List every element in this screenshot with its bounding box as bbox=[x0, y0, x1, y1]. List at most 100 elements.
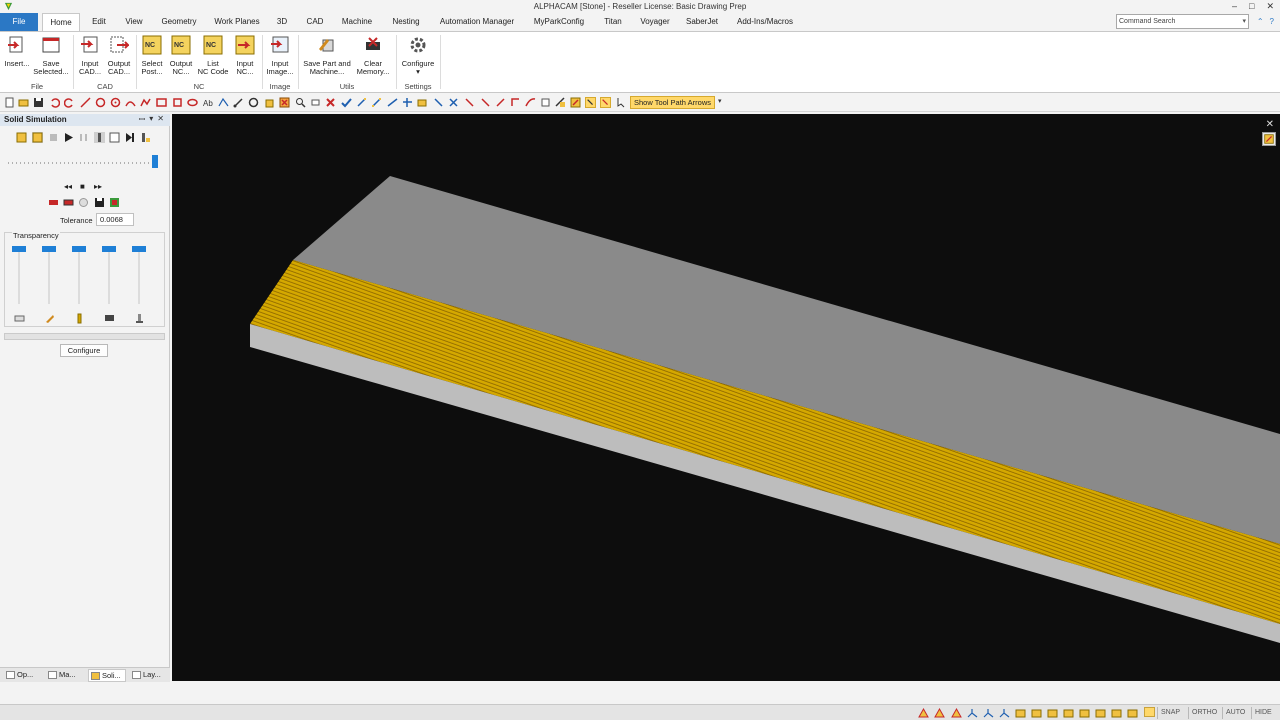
output-cad-button[interactable]: Output CAD... bbox=[104, 35, 134, 77]
simulate-icon[interactable] bbox=[16, 132, 27, 143]
input-image-button[interactable]: Input Image... bbox=[264, 35, 296, 77]
input-nc-button[interactable]: Input NC... bbox=[231, 35, 259, 77]
maximize-button[interactable]: □ bbox=[1249, 1, 1254, 12]
graphics-viewport[interactable]: ✕ bbox=[172, 114, 1280, 681]
status-house-icon-2[interactable] bbox=[934, 708, 945, 718]
slider-thumb[interactable] bbox=[102, 246, 116, 252]
tab-myparkconfig[interactable]: MyParkConfig bbox=[528, 13, 590, 31]
configure-ribbon-button[interactable]: Configure ▾ bbox=[398, 35, 438, 77]
save-part-and-machine-button[interactable]: Save Part and Machine... bbox=[300, 35, 354, 77]
status-folder-icon-3[interactable] bbox=[1047, 708, 1058, 718]
status-folder-icon-6[interactable] bbox=[1095, 708, 1106, 718]
tab-saberjet[interactable]: SaberJet bbox=[682, 13, 722, 31]
redo-icon[interactable] bbox=[64, 97, 75, 108]
tab-edit[interactable]: Edit bbox=[86, 13, 112, 31]
close-button[interactable]: ✕ bbox=[1266, 1, 1274, 12]
simulate-all-icon[interactable] bbox=[32, 132, 43, 143]
auto-toggle[interactable]: AUTO bbox=[1226, 709, 1245, 716]
delete-icon[interactable] bbox=[279, 97, 290, 108]
simulation-toggle-icon[interactable] bbox=[1262, 132, 1276, 146]
break-icon[interactable] bbox=[387, 97, 398, 108]
panel-horizontal-scrollbar[interactable] bbox=[4, 333, 165, 340]
part-view-icon[interactable] bbox=[48, 197, 59, 208]
dimension-tool-icon[interactable] bbox=[218, 97, 229, 108]
tool-direction-icon[interactable] bbox=[600, 97, 611, 108]
open-folder-icon[interactable] bbox=[18, 97, 29, 108]
save-stl-icon[interactable] bbox=[94, 197, 105, 208]
polyline-icon[interactable] bbox=[140, 97, 151, 108]
slider-thumb[interactable] bbox=[72, 246, 86, 252]
tab-file[interactable]: File bbox=[0, 13, 38, 31]
tab-layers[interactable]: Lay... bbox=[130, 669, 168, 682]
stop-icon[interactable] bbox=[48, 132, 59, 143]
rectangle-tool-icon[interactable] bbox=[156, 97, 167, 108]
trim-icon[interactable] bbox=[402, 97, 413, 108]
scale-icon[interactable] bbox=[525, 97, 536, 108]
select-box-icon[interactable] bbox=[540, 97, 551, 108]
tab-work-planes[interactable]: Work Planes bbox=[210, 13, 264, 31]
tab-machine[interactable]: Machine bbox=[336, 13, 378, 31]
save-selected-button[interactable]: Save Selected... bbox=[32, 35, 70, 77]
tab-view[interactable]: View bbox=[120, 13, 148, 31]
panel-close-icon[interactable]: ✕ bbox=[157, 114, 164, 125]
new-file-icon[interactable] bbox=[4, 97, 15, 108]
hide-toggle[interactable]: HIDE bbox=[1255, 709, 1272, 716]
measure-icon[interactable] bbox=[233, 97, 244, 108]
rotate-view-icon[interactable] bbox=[248, 97, 259, 108]
status-folder-icon-7[interactable] bbox=[1111, 708, 1122, 718]
insert-button[interactable]: Insert... bbox=[2, 35, 32, 68]
stretch-icon[interactable] bbox=[495, 97, 506, 108]
tab-3d[interactable]: 3D bbox=[272, 13, 292, 31]
pause-icon[interactable] bbox=[78, 132, 89, 143]
status-folder-icon-5[interactable] bbox=[1079, 708, 1090, 718]
line-tool-icon[interactable] bbox=[80, 97, 91, 108]
tab-cad[interactable]: CAD bbox=[302, 13, 328, 31]
circle-tool-icon[interactable] bbox=[95, 97, 106, 108]
tolerance-input[interactable]: 0.0068 bbox=[96, 213, 134, 226]
play-icon[interactable] bbox=[63, 132, 74, 143]
compare-icon[interactable] bbox=[78, 197, 89, 208]
tab-geometry[interactable]: Geometry bbox=[157, 13, 201, 31]
configure-button[interactable]: Configure bbox=[60, 344, 108, 357]
chamfer-icon[interactable] bbox=[448, 97, 459, 108]
show-tool-icon[interactable] bbox=[585, 97, 596, 108]
transparency-slider-part[interactable] bbox=[12, 244, 26, 306]
offset-icon[interactable] bbox=[464, 97, 475, 108]
fillet-icon[interactable] bbox=[433, 97, 444, 108]
tab-add-ins-macros[interactable]: Add-Ins/Macros bbox=[730, 13, 800, 31]
extend-icon[interactable] bbox=[417, 97, 428, 108]
slider-thumb[interactable] bbox=[42, 246, 56, 252]
join-icon[interactable] bbox=[371, 97, 382, 108]
status-folder-icon[interactable] bbox=[1015, 708, 1026, 718]
edit-path-icon[interactable] bbox=[356, 97, 367, 108]
ellipse-tool-icon[interactable] bbox=[187, 97, 198, 108]
zoom-icon[interactable] bbox=[295, 97, 306, 108]
minimize-button[interactable]: – bbox=[1232, 1, 1237, 12]
polygon-tool-icon[interactable] bbox=[172, 97, 183, 108]
tool-view-icon[interactable] bbox=[94, 132, 105, 143]
status-axis-icon-2[interactable] bbox=[983, 708, 994, 718]
arc-tool-icon[interactable] bbox=[125, 97, 136, 108]
close-x-icon[interactable] bbox=[325, 97, 336, 108]
command-search-input[interactable]: Command Search ▾ bbox=[1116, 14, 1249, 29]
input-cad-button[interactable]: Input CAD... bbox=[75, 35, 105, 77]
tab-home[interactable]: Home bbox=[42, 13, 80, 31]
transparency-slider-holder[interactable] bbox=[102, 244, 116, 306]
pin-icon[interactable]: ꟷ bbox=[139, 114, 146, 125]
clear-memory-button[interactable]: Clear Memory... bbox=[354, 35, 392, 77]
status-house-icon-3[interactable] bbox=[951, 708, 962, 718]
tab-titan[interactable]: Titan bbox=[598, 13, 628, 31]
text-tool-icon[interactable]: Ab bbox=[203, 97, 214, 108]
step-forward-icon[interactable] bbox=[124, 132, 135, 143]
step-back-button[interactable]: ◂◂ bbox=[64, 182, 72, 191]
material-view-icon[interactable] bbox=[63, 197, 74, 208]
status-house-icon[interactable] bbox=[918, 708, 929, 718]
viewport-close-icon[interactable]: ✕ bbox=[1266, 119, 1274, 130]
ortho-toggle[interactable]: ORTHO bbox=[1192, 709, 1217, 716]
select-post-button[interactable]: NC Select Post... bbox=[138, 35, 166, 77]
list-nc-code-button[interactable]: NC List NC Code bbox=[196, 35, 230, 77]
checkmark-icon[interactable] bbox=[341, 97, 352, 108]
tab-machine-panel[interactable]: Ma... bbox=[46, 669, 84, 682]
help-button[interactable]: ? bbox=[1270, 17, 1274, 26]
eraser-icon[interactable] bbox=[310, 97, 321, 108]
